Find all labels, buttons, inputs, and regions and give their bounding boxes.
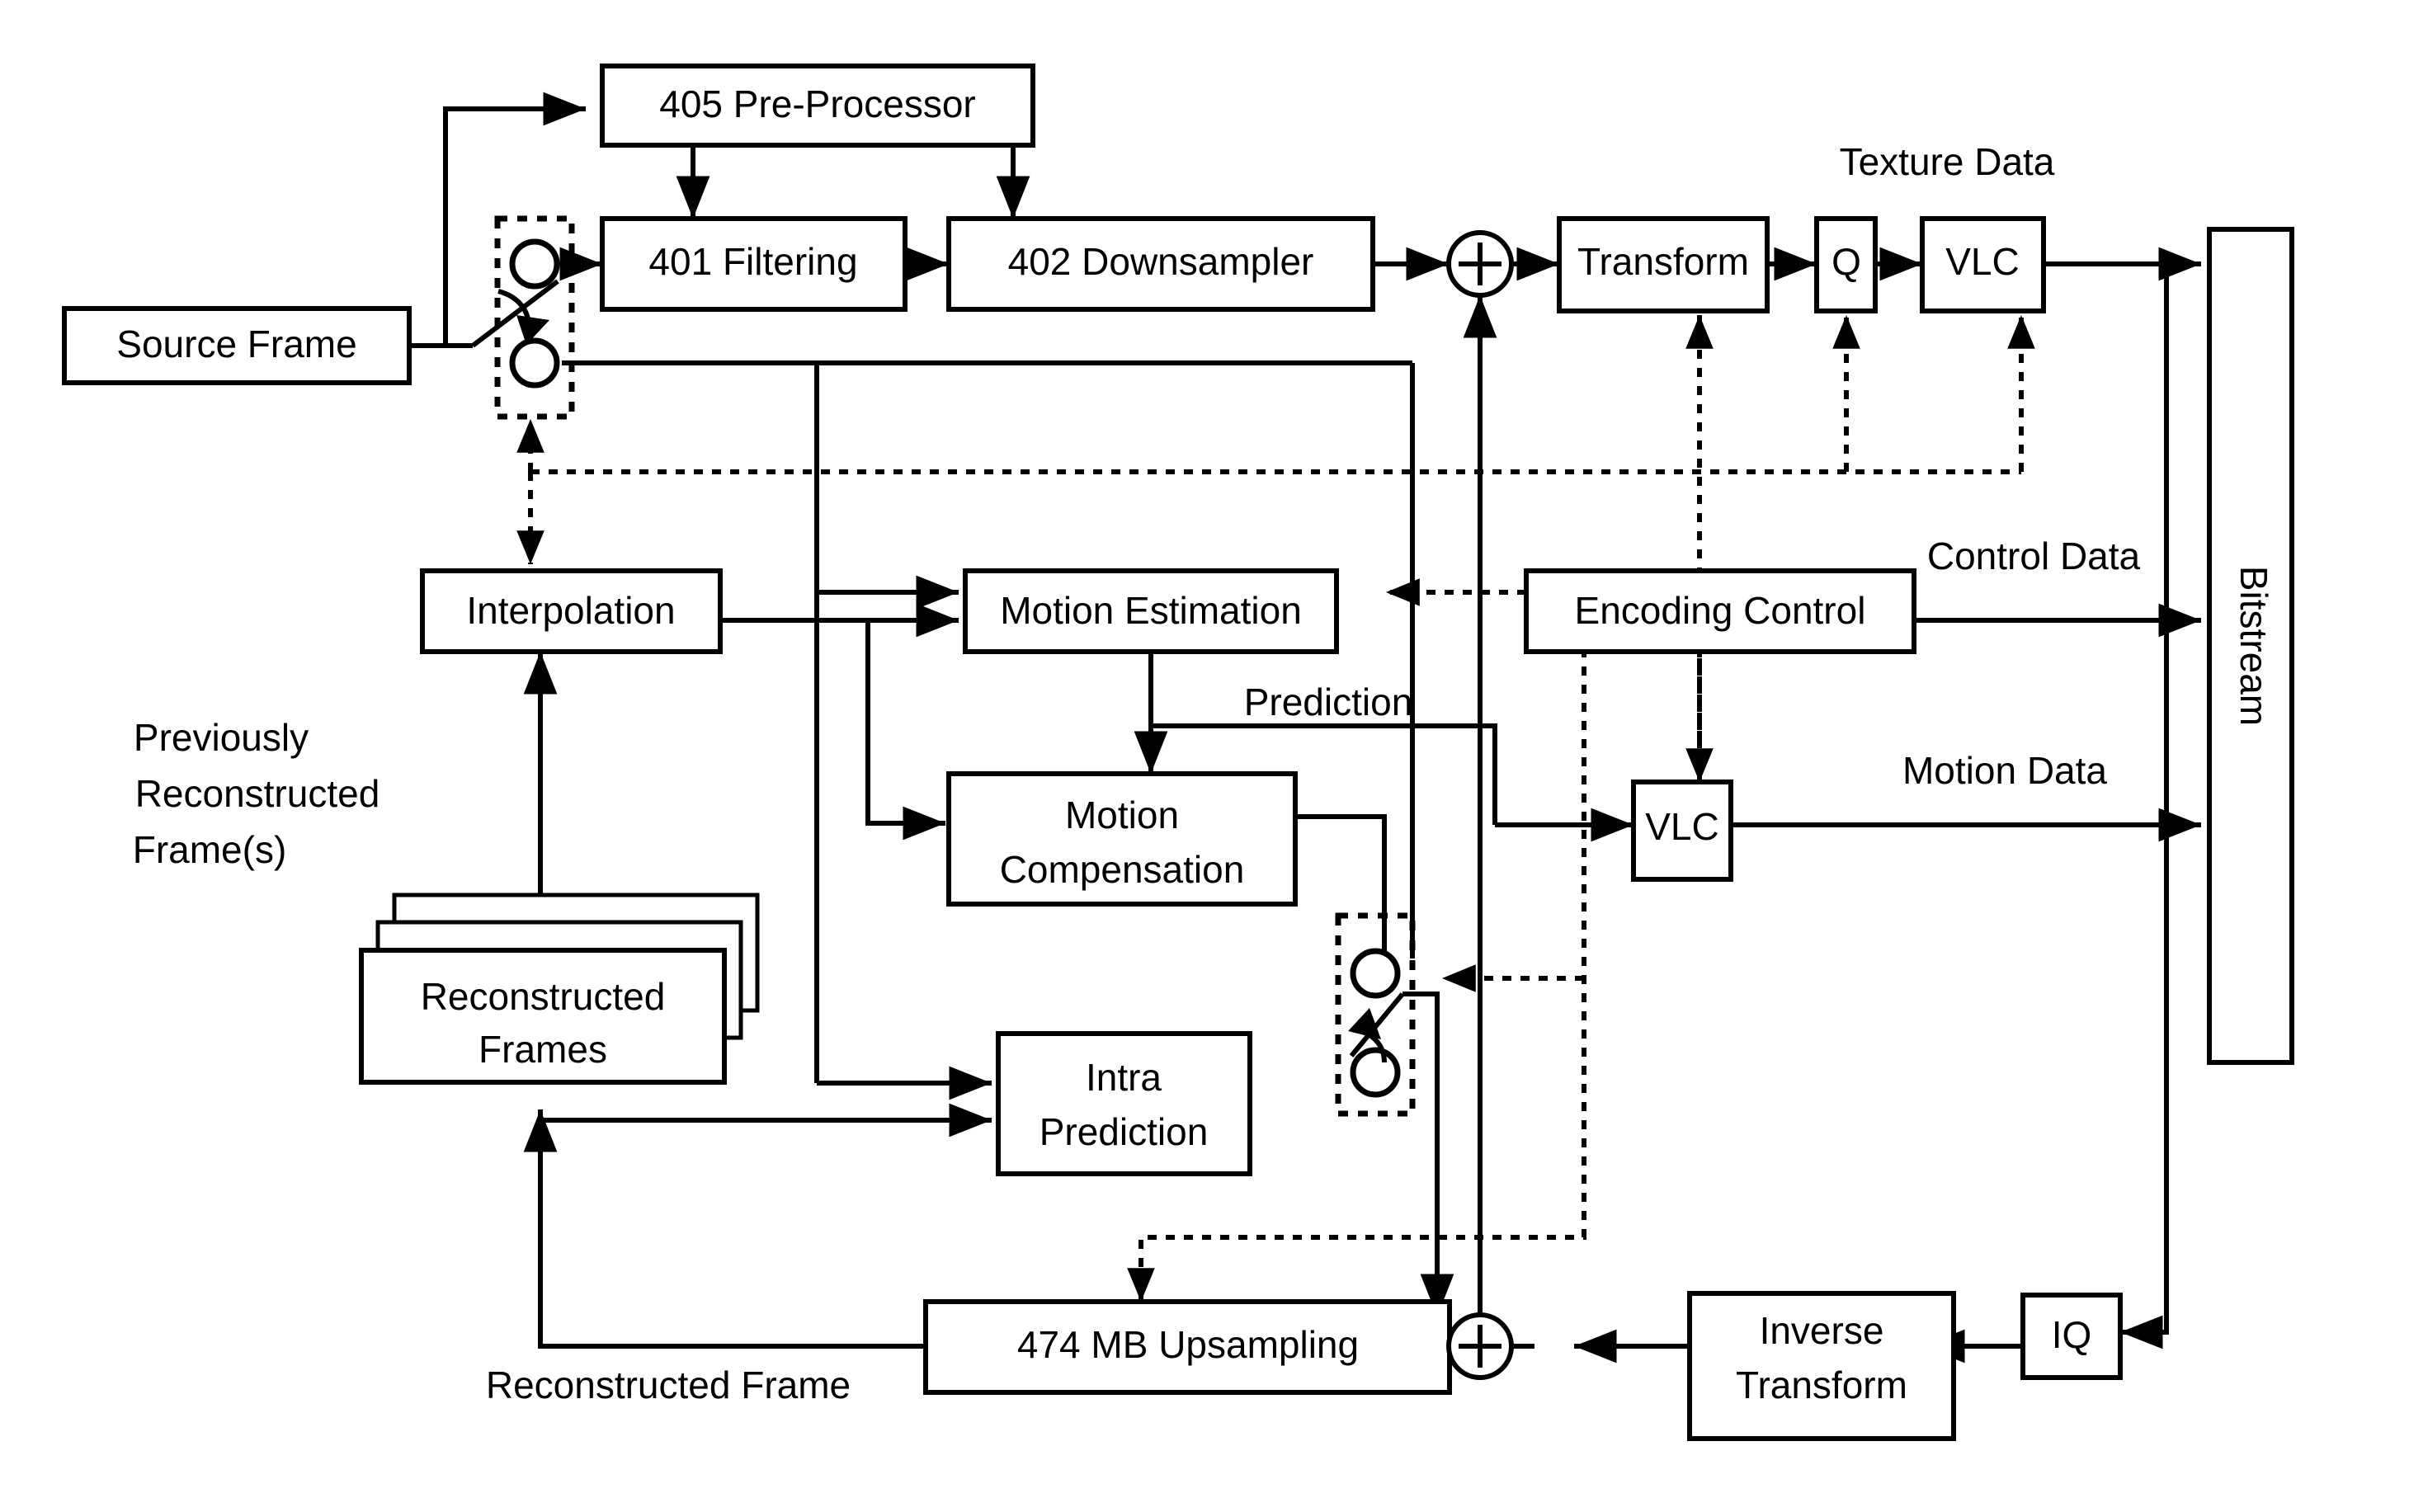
texture-data-label: Texture Data [1840, 140, 2055, 183]
block-pre-processor[interactable]: 405 Pre-Processor [600, 64, 1035, 148]
diagram-canvas: Source Frame 405 Pre-Processor 401 Filte… [0, 0, 2409, 1512]
motion-data-label: Motion Data [1902, 749, 2107, 792]
transform-label: Transform [1577, 240, 1749, 283]
previously-reconstructed-label-2: Reconstructed [135, 772, 380, 815]
prediction-label: Prediction [1244, 681, 1413, 723]
block-mb-upsampling[interactable]: 474 MB Upsampling [923, 1299, 1452, 1395]
reconstructed-frame-label: Reconstructed Frame [486, 1364, 851, 1406]
summing-node-top [1446, 230, 1514, 298]
motion-estimation-label: Motion Estimation [1000, 589, 1302, 632]
block-iq[interactable]: IQ [2020, 1293, 2123, 1380]
block-downsampler[interactable]: 402 Downsampler [946, 216, 1375, 312]
control-data-label: Control Data [1927, 535, 2141, 577]
block-motion-estimation[interactable]: Motion Estimation [963, 568, 1339, 654]
block-vlc-texture[interactable]: VLC [1920, 216, 2046, 313]
vlc-texture-label: VLC [1945, 240, 2019, 283]
block-encoding-control[interactable]: Encoding Control [1524, 568, 1916, 654]
vlc-motion-label: VLC [1645, 805, 1718, 848]
summing-node-bottom [1446, 1312, 1514, 1380]
block-quantizer[interactable]: Q [1814, 216, 1878, 313]
bitstream-label: Bitstream [2232, 566, 2275, 726]
switch-prediction-pole-lower[interactable] [1350, 1047, 1401, 1098]
block-filtering[interactable]: 401 Filtering [600, 216, 908, 312]
inverse-transform-label-2: Transform [1736, 1364, 1907, 1406]
block-source-frame[interactable]: Source Frame [62, 306, 412, 385]
block-intra-prediction[interactable]: Intra Prediction [996, 1031, 1252, 1176]
switch-source-pole-lower[interactable] [509, 337, 560, 389]
block-interpolation[interactable]: Interpolation [420, 568, 723, 654]
encoding-control-label: Encoding Control [1575, 589, 1866, 632]
motion-compensation-label-1: Motion [1065, 794, 1179, 836]
downsampler-label: 402 Downsampler [1008, 240, 1314, 283]
block-reconstructed-frames[interactable]: Reconstructed Frames [359, 893, 760, 1085]
switch-prediction-pole-upper[interactable] [1350, 948, 1401, 999]
intra-prediction-label-1: Intra [1086, 1056, 1162, 1099]
block-motion-compensation[interactable]: Motion Compensation [946, 771, 1298, 907]
block-transform[interactable]: Transform [1557, 216, 1770, 313]
interpolation-label: Interpolation [466, 589, 675, 632]
filtering-label: 401 Filtering [648, 240, 857, 283]
recon-frames-label-1: Reconstructed [421, 975, 666, 1018]
block-inverse-transform[interactable]: Inverse Transform [1687, 1291, 1956, 1441]
quantizer-label: Q [1832, 240, 1861, 283]
previously-reconstructed-label-3: Frame(s) [133, 828, 287, 871]
mb-upsampling-label: 474 MB Upsampling [1017, 1323, 1359, 1366]
encoder-block-diagram: Source Frame 405 Pre-Processor 401 Filte… [0, 0, 2409, 1512]
switch-source-pole-upper[interactable] [509, 238, 560, 290]
source-frame-label: Source Frame [116, 323, 356, 365]
recon-frames-label-2: Frames [478, 1028, 607, 1071]
block-vlc-motion[interactable]: VLC [1631, 780, 1733, 882]
block-bitstream[interactable]: Bitstream [2207, 227, 2294, 1065]
intra-prediction-label-2: Prediction [1040, 1110, 1209, 1153]
pre-processor-label: 405 Pre-Processor [659, 82, 976, 125]
motion-compensation-label-2: Compensation [1000, 848, 1245, 891]
inverse-transform-label-1: Inverse [1760, 1309, 1884, 1352]
previously-reconstructed-label-1: Previously [134, 716, 309, 759]
iq-label: IQ [2052, 1313, 2092, 1356]
